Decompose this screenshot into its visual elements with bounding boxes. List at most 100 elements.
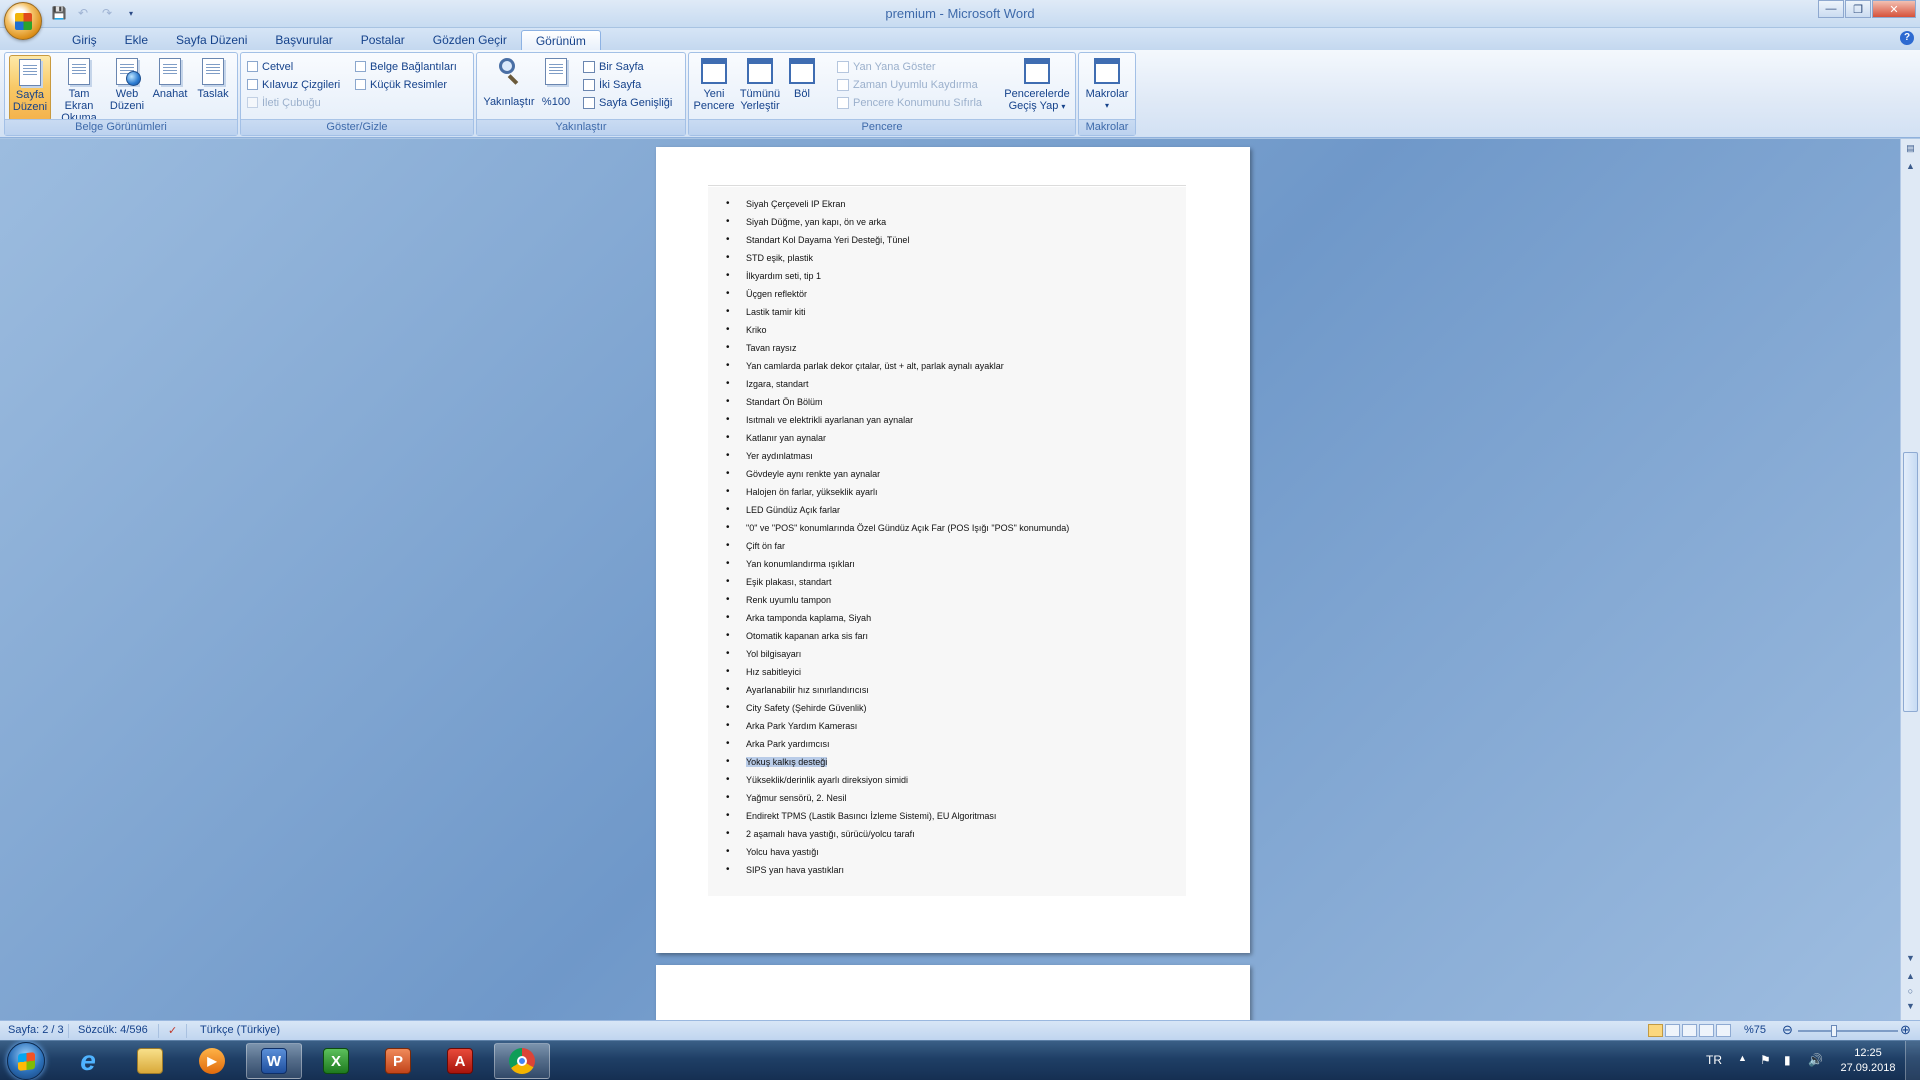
bullet-list[interactable]: Siyah Çerçeveli IP Ekran Siyah Düğme, yan… <box>726 195 1069 879</box>
taskbar-ie[interactable]: e <box>60 1043 116 1079</box>
tab-sayfa-duzeni[interactable]: Sayfa Düzeni <box>162 30 261 50</box>
list-item[interactable]: Standart Kol Dayama Yeri Desteği, Tünel <box>726 231 1069 249</box>
minimize-icon[interactable]: — <box>1818 0 1844 18</box>
taslak-button[interactable]: Taslak <box>193 55 233 121</box>
tab-basvurular[interactable]: Başvurular <box>261 30 346 50</box>
pencerelerde-gecis-yap-button[interactable]: Pencerelerde Geçiş Yap ▾ <box>1001 55 1073 121</box>
list-item[interactable]: Arka Park yardımcısı <box>726 735 1069 753</box>
show-desktop-button[interactable] <box>1905 1041 1920 1080</box>
tab-ekle[interactable]: Ekle <box>111 30 162 50</box>
start-button[interactable] <box>7 1042 45 1080</box>
list-item[interactable]: Eşik plakası, standart <box>726 573 1069 591</box>
next-page-icon[interactable]: ▼ <box>1903 999 1918 1014</box>
show-hidden-icons-icon[interactable]: ▲ <box>1738 1053 1747 1063</box>
zoom-level[interactable]: %75 <box>1744 1024 1766 1036</box>
yakinlastir-button[interactable]: Yakınlaştır <box>481 55 537 121</box>
proofing-icon[interactable]: ✓ <box>168 1024 177 1037</box>
document-page-next[interactable] <box>656 965 1250 1020</box>
list-item[interactable]: Hız sabitleyici <box>726 663 1069 681</box>
list-item[interactable]: STD eşik, plastik <box>726 249 1069 267</box>
clock-date[interactable]: 27.09.2018 <box>1836 1062 1900 1074</box>
list-item[interactable]: Gövdeyle aynı renkte yan aynalar <box>726 465 1069 483</box>
language-indicator[interactable]: Türkçe (Türkiye) <box>200 1024 280 1036</box>
list-item[interactable]: Yokuş kalkış desteği <box>726 753 1069 771</box>
bol-button[interactable]: Böl <box>785 55 819 121</box>
taskbar-explorer[interactable] <box>122 1043 178 1079</box>
tumunu-yerlestir-button[interactable]: Tümünü Yerleştir <box>737 55 783 121</box>
zoom-slider[interactable] <box>1798 1030 1898 1032</box>
list-item[interactable]: Yol bilgisayarı <box>726 645 1069 663</box>
previous-page-icon[interactable]: ▲ <box>1903 969 1918 984</box>
list-item[interactable]: "0" ve "POS" konumlarında Özel Gündüz Aç… <box>726 519 1069 537</box>
word-count[interactable]: Sözcük: 4/596 <box>78 1024 148 1036</box>
print-layout-view-icon[interactable] <box>1648 1024 1663 1037</box>
outline-view-icon[interactable] <box>1699 1024 1714 1037</box>
list-item[interactable]: Isıtmalı ve elektrikli ayarlanan yan ayn… <box>726 411 1069 429</box>
taskbar-excel[interactable]: X <box>308 1043 364 1079</box>
taskbar-chrome[interactable] <box>494 1043 550 1079</box>
list-item[interactable]: Yan konumlandırma ışıkları <box>726 555 1069 573</box>
tam-ekran-okuma-button[interactable]: Tam Ekran Okuma <box>53 55 105 124</box>
restore-icon[interactable]: ❐ <box>1845 0 1871 18</box>
page-count[interactable]: Sayfa: 2 / 3 <box>8 1024 64 1036</box>
office-button[interactable] <box>4 2 42 40</box>
list-item[interactable]: Otomatik kapanan arka sis farı <box>726 627 1069 645</box>
list-item[interactable]: Yağmur sensörü, 2. Nesil <box>726 789 1069 807</box>
zoom-slider-thumb[interactable] <box>1831 1025 1837 1037</box>
taskbar-word[interactable]: W <box>246 1043 302 1079</box>
list-item[interactable]: Üçgen reflektör <box>726 285 1069 303</box>
kilavuz-cizgileri-checkbox[interactable]: Kılavuz Çizgileri <box>247 76 340 93</box>
zoom-in-icon[interactable]: ⊕ <box>1900 1022 1911 1038</box>
network-icon[interactable]: ▮ <box>1784 1053 1791 1067</box>
list-item[interactable]: Halojen ön farlar, yükseklik ayarlı <box>726 483 1069 501</box>
list-item[interactable]: Yükseklik/derinlik ayarlı direksiyon sim… <box>726 771 1069 789</box>
full-screen-view-icon[interactable] <box>1665 1024 1680 1037</box>
web-view-icon[interactable] <box>1682 1024 1697 1037</box>
action-center-icon[interactable]: ⚑ <box>1760 1053 1771 1067</box>
makrolar-button[interactable]: Makrolar ▾ <box>1082 55 1132 121</box>
anahat-button[interactable]: Anahat <box>149 55 191 121</box>
browse-object-icon[interactable]: ○ <box>1903 984 1918 999</box>
list-item[interactable]: Çift ön far <box>726 537 1069 555</box>
belge-baglantilari-checkbox[interactable]: Belge Bağlantıları <box>355 58 457 75</box>
list-item[interactable]: Arka Park Yardım Kamerası <box>726 717 1069 735</box>
list-item[interactable]: Renk uyumlu tampon <box>726 591 1069 609</box>
cetvel-checkbox[interactable]: Cetvel <box>247 58 293 75</box>
list-item[interactable]: Katlanır yan aynalar <box>726 429 1069 447</box>
taskbar-media-player[interactable]: ▶ <box>184 1043 240 1079</box>
list-item[interactable]: Endirekt TPMS (Lastik Basıncı İzleme Sis… <box>726 807 1069 825</box>
draft-view-icon[interactable] <box>1716 1024 1731 1037</box>
web-duzeni-button[interactable]: Web Düzeni <box>107 55 147 121</box>
clock-time[interactable]: 12:25 <box>1840 1047 1896 1059</box>
ruler-toggle-icon[interactable]: ▤ <box>1903 141 1918 156</box>
tab-gorunum[interactable]: Görünüm <box>520 30 601 50</box>
pencere-konumu-sifirla-button[interactable]: Pencere Konumunu Sıfırla <box>837 94 982 111</box>
iki-sayfa-button[interactable]: İki Sayfa <box>583 76 641 93</box>
document-page[interactable]: Siyah Çerçeveli IP Ekran Siyah Düğme, yan… <box>656 147 1250 953</box>
yeni-pencere-button[interactable]: Yeni Pencere <box>693 55 735 121</box>
zoom-100-button[interactable]: %100 <box>539 55 573 121</box>
list-item[interactable]: SIPS yan hava yastıkları <box>726 861 1069 879</box>
list-item[interactable]: Arka tamponda kaplama, Siyah <box>726 609 1069 627</box>
list-item[interactable]: Izgara, standart <box>726 375 1069 393</box>
list-item[interactable]: Tavan raysız <box>726 339 1069 357</box>
sayfa-genisligi-button[interactable]: Sayfa Genişliği <box>583 94 672 111</box>
list-item[interactable]: Siyah Düğme, yan kapı, ön ve arka <box>726 213 1069 231</box>
list-item[interactable]: Yan camlarda parlak dekor çıtalar, üst +… <box>726 357 1069 375</box>
list-item[interactable]: City Safety (Şehirde Güvenlik) <box>726 699 1069 717</box>
tab-postalar[interactable]: Postalar <box>347 30 419 50</box>
taskbar-acrobat[interactable]: A <box>432 1043 488 1079</box>
input-language[interactable]: TR <box>1706 1053 1722 1067</box>
list-item[interactable]: Yer aydınlatması <box>726 447 1069 465</box>
document-area[interactable]: Siyah Çerçeveli IP Ekran Siyah Düğme, yan… <box>0 139 1900 1020</box>
help-icon[interactable]: ? <box>1900 31 1914 45</box>
zaman-uyumlu-kaydirma-button[interactable]: Zaman Uyumlu Kaydırma <box>837 76 978 93</box>
list-item[interactable]: 2 aşamalı hava yastığı, sürücü/yolcu tar… <box>726 825 1069 843</box>
list-item[interactable]: Kriko <box>726 321 1069 339</box>
tab-gozden-gecir[interactable]: Gözden Geçir <box>419 30 521 50</box>
tab-giris[interactable]: Giriş <box>58 30 111 50</box>
scroll-thumb[interactable] <box>1903 452 1918 712</box>
ileti-cubugu-checkbox[interactable]: İleti Çubuğu <box>247 94 321 111</box>
list-item[interactable]: Ayarlanabilir hız sınırlandırıcısı <box>726 681 1069 699</box>
list-item[interactable]: Standart Ön Bölüm <box>726 393 1069 411</box>
